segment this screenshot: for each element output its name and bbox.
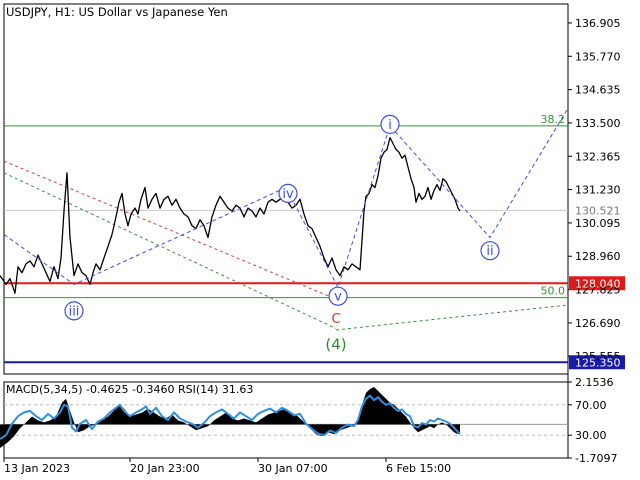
y-tick-label: 130.095 [575,217,621,230]
fib-level-label: 38.2 [541,113,566,126]
y-tick-label: 135.770 [575,50,621,63]
label-layer: 136.905 135.770 134.635 133.500 132.365 131.2… [4,17,621,475]
macd-histogram [0,387,460,448]
x-tick-label: 20 Jan 23:00 [130,462,200,475]
fib-level-label: 50.0 [541,285,566,298]
indicator-tick-label: 2.1536 [575,376,614,389]
y-tick-label: 131.230 [575,184,621,197]
indicator-title: MACD(5,34,5) -0.4625 -0.3460 RSI(14) 31.… [6,383,253,396]
x-tick-label: 13 Jan 2023 [4,462,70,475]
x-tick-label: 6 Feb 15:00 [386,462,451,475]
indicator-tick-label: -1.7097 [575,452,617,465]
wave-label-paren: (4) [325,336,346,354]
trend-line [3,160,337,300]
support-level-label: 128.040 [575,277,621,290]
y-tick-label: 133.500 [575,117,621,130]
x-tick-label: 30 Jan 07:00 [258,462,328,475]
y-tick-label: 134.635 [575,84,621,97]
stop-level-label: 125.350 [575,356,621,369]
indicator-tick-label: 30.00 [575,429,607,442]
chart-canvas: 136.905 135.770 134.635 133.500 132.365 131.2… [0,3,625,475]
indicator-tick-label: 70.00 [575,399,607,412]
wave-label-iii: iii [69,304,80,319]
y-tick-label: 128.960 [575,250,621,263]
wave-label-v: v [334,290,342,305]
wave-label-ii: ii [486,244,493,259]
y-tick-label: 132.365 [575,150,621,163]
wave-label-C: C [331,312,340,327]
y-tick-label: 136.905 [575,17,621,30]
y-tick-label: 126.690 [575,317,621,330]
current-price-label: 130.521 [575,204,621,217]
price-line [0,136,461,294]
wave-label-iv: iv [282,187,294,202]
wave-label-i: i [388,118,392,133]
chart-title: USDJPY, H1: US Dollar vs Japanese Yen [6,5,228,19]
trend-line [335,304,569,331]
